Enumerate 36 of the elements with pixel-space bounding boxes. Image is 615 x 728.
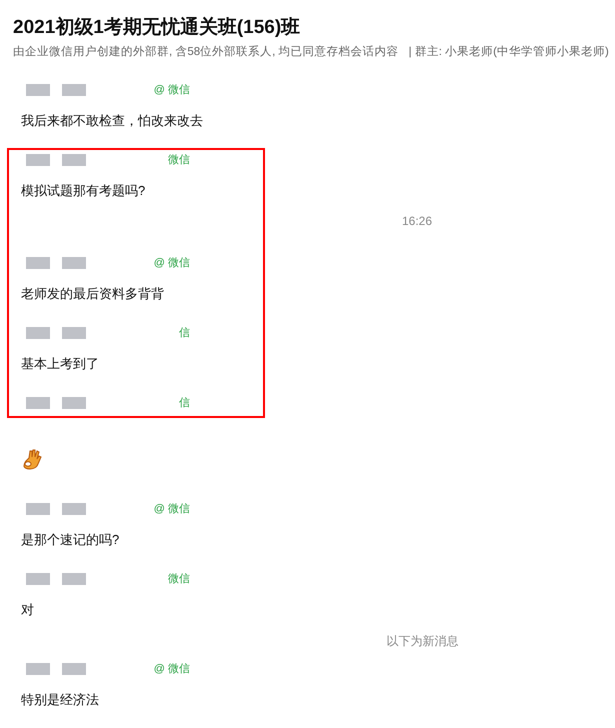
- message-text: 基本上考到了: [21, 355, 100, 373]
- source-tag: @ 微信: [154, 660, 190, 678]
- redacted-name: [26, 84, 50, 96]
- timestamp: 16:26: [402, 213, 432, 230]
- source-tag: 信: [179, 324, 190, 342]
- message-text: 对: [21, 601, 35, 619]
- redacted-name: [26, 327, 50, 339]
- redacted-name: [62, 397, 86, 409]
- source-tag: @ 微信: [154, 82, 190, 98]
- redacted-name: [62, 503, 86, 515]
- message-text: 我后来都不敢检查，怕改来改去: [21, 112, 204, 130]
- source-tag: @ 微信: [154, 254, 190, 272]
- message-text: 是那个速记的吗?: [21, 531, 120, 549]
- redacted-name: [62, 154, 86, 166]
- redacted-name: [62, 663, 86, 675]
- new-messages-divider: 以下为新消息: [386, 633, 458, 650]
- redacted-name: [26, 503, 50, 515]
- redacted-name: [62, 573, 86, 585]
- redacted-name: [26, 663, 50, 675]
- source-tag: 微信: [168, 570, 190, 588]
- message-text: 模拟试题那有考题吗?: [21, 182, 146, 200]
- redacted-name: [62, 327, 86, 339]
- message-text: 老师发的最后资料多背背: [21, 285, 165, 303]
- group-owner: | 群主: 小果老师(中华学管师小果老师): [408, 44, 609, 60]
- source-tag: 信: [179, 394, 190, 412]
- group-info: 由企业微信用户创建的外部群, 含58位外部联系人, 均已同意存档会话内容: [13, 44, 399, 60]
- message-text: 特别是经济法: [21, 691, 100, 709]
- redacted-name: [62, 257, 86, 269]
- redacted-name: [26, 154, 50, 166]
- redacted-name: [62, 84, 86, 96]
- redacted-name: [26, 397, 50, 409]
- source-tag: 微信: [168, 152, 190, 168]
- chat-title: 2021初级1考期无忧通关班(156)班: [13, 16, 302, 40]
- redacted-name: [26, 573, 50, 585]
- redacted-name: [26, 257, 50, 269]
- source-tag: @ 微信: [154, 500, 190, 518]
